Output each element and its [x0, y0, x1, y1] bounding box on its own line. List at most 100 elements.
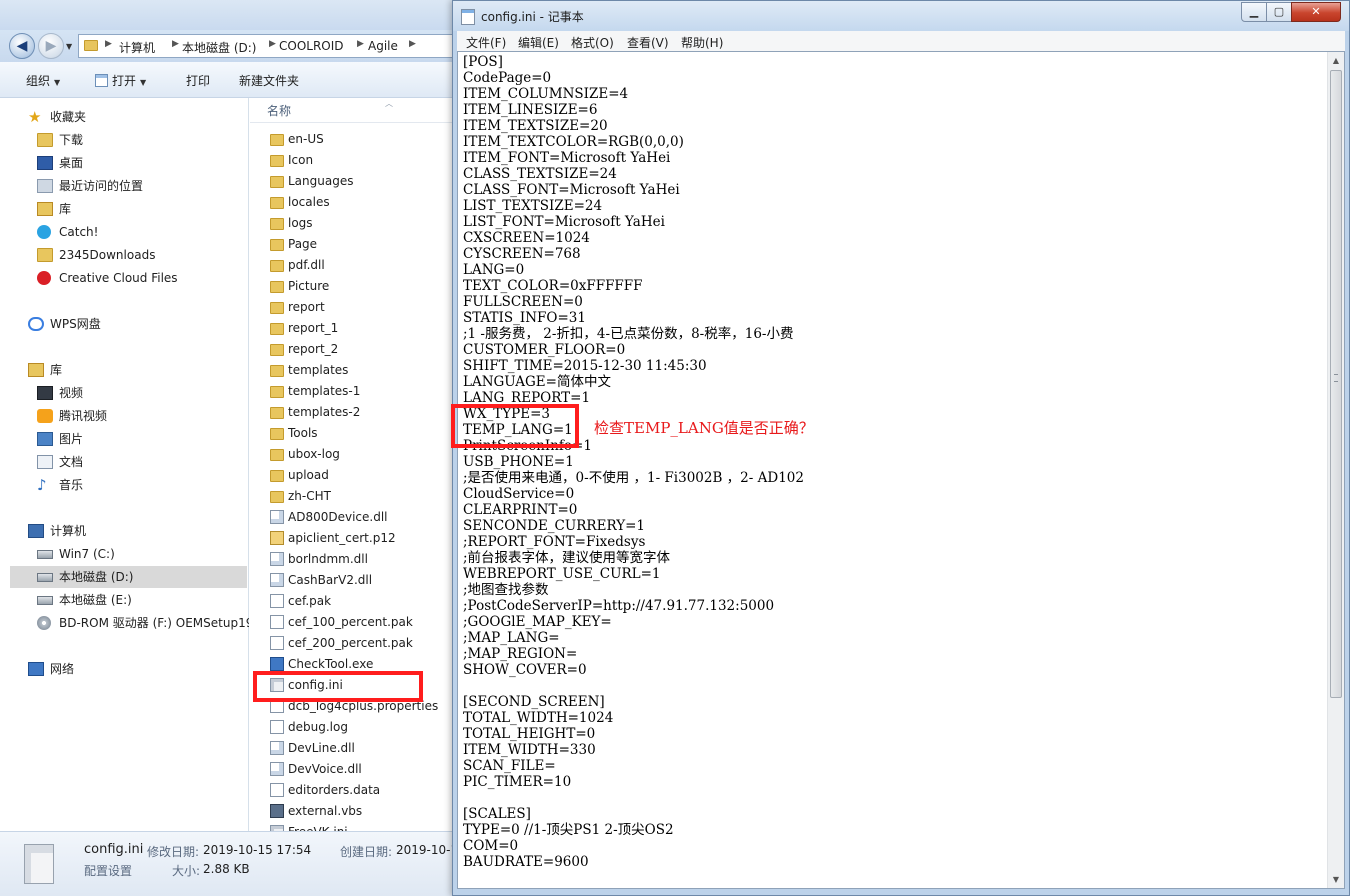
nav-item-2345downloads[interactable]: 2345Downloads [37, 244, 237, 266]
file-row[interactable]: templates [250, 360, 460, 381]
scroll-thumb[interactable] [1330, 70, 1342, 698]
scroll-grip-icon [1334, 374, 1338, 382]
nav-libraries[interactable]: 库 [28, 359, 228, 381]
text-editor[interactable]: [POS] CodePage=0 ITEM_COLUMNSIZE=4 ITEM_LIN… [457, 51, 1345, 889]
new-folder-label: 新建文件夹 [239, 74, 300, 88]
file-row[interactable]: cef_200_percent.pak [250, 633, 460, 654]
nav-item-drive-e[interactable]: 本地磁盘 (E:) [37, 589, 237, 611]
notepad-titlebar[interactable]: config.ini - 记事本 ▁ ▢ ✕ [453, 1, 1349, 31]
file-name: templates [288, 363, 349, 377]
scroll-down-arrow-icon[interactable]: ▼ [1328, 871, 1344, 888]
file-row[interactable]: cef.pak [250, 591, 460, 612]
file-row[interactable]: apiclient_cert.p12 [250, 528, 460, 549]
file-row[interactable]: Page [250, 234, 460, 255]
menu-view[interactable]: 查看(V) [627, 34, 669, 51]
menu-help[interactable]: 帮助(H) [681, 34, 723, 51]
downloads-folder-icon [37, 133, 53, 147]
new-folder-button[interactable]: 新建文件夹 [239, 72, 299, 89]
file-row[interactable]: CashBarV2.dll [250, 570, 460, 591]
file-row[interactable]: Languages [250, 171, 460, 192]
catch-icon [37, 225, 51, 239]
close-button[interactable]: ✕ [1291, 2, 1341, 22]
file-row[interactable]: pdf.dll [250, 255, 460, 276]
nav-computer[interactable]: 计算机 [28, 520, 228, 542]
nav-item-library[interactable]: 库 [37, 198, 237, 220]
file-row[interactable]: debug.log [250, 717, 460, 738]
maximize-button[interactable]: ▢ [1266, 2, 1292, 22]
address-bar[interactable]: ▶ 计算机 ▶ 本地磁盘 (D:) ▶ COOLROID ▶ Agile ▶ [78, 34, 460, 58]
file-name: report_1 [288, 321, 339, 335]
print-label: 打印 [186, 74, 211, 88]
pictures-icon [37, 432, 53, 446]
file-row[interactable]: DevVoice.dll [250, 759, 460, 780]
file-row[interactable]: report_1 [250, 318, 460, 339]
text-line: LANGUAGE=简体中文 [463, 374, 611, 390]
file-name: external.vbs [288, 804, 363, 818]
organize-button[interactable]: 组织 ▼ [26, 72, 60, 89]
file-row[interactable]: logs [250, 213, 460, 234]
file-row[interactable]: Picture [250, 276, 460, 297]
editor-content[interactable]: [POS] CodePage=0 ITEM_COLUMNSIZE=4 ITEM_LIN… [463, 54, 1323, 870]
breadcrumb-computer[interactable]: 计算机 [119, 39, 155, 56]
nav-favorites[interactable]: ★ 收藏夹 [28, 106, 228, 128]
nav-item-documents[interactable]: 文档 [37, 451, 237, 473]
breadcrumb-coolroid[interactable]: COOLROID [279, 39, 344, 53]
nav-item-drive-c[interactable]: Win7 (C:) [37, 543, 237, 565]
file-row[interactable]: report_2 [250, 339, 460, 360]
file-row[interactable]: zh-CHT [250, 486, 460, 507]
nav-item-pictures[interactable]: 图片 [37, 428, 237, 450]
file-row[interactable]: templates-1 [250, 381, 460, 402]
menu-edit[interactable]: 编辑(E) [518, 34, 559, 51]
nav-item-catch[interactable]: Catch! [37, 221, 237, 243]
text-line: ;MAP_REGION= [463, 646, 578, 662]
breadcrumb-agile[interactable]: Agile [368, 39, 398, 53]
scroll-up-arrow-icon[interactable]: ▲ [1328, 52, 1344, 69]
file-row[interactable]: templates-2 [250, 402, 460, 423]
forward-button[interactable]: ▶ [38, 33, 64, 59]
file-row[interactable]: en-US [250, 129, 460, 150]
script-file-icon [270, 804, 284, 818]
file-row[interactable]: FreeVK.ini [250, 822, 460, 831]
minimize-button[interactable]: ▁ [1241, 2, 1267, 22]
back-button[interactable]: ◀ [9, 33, 35, 59]
vertical-scrollbar[interactable]: ▲ ▼ [1327, 52, 1344, 888]
file-row[interactable]: report [250, 297, 460, 318]
file-row[interactable]: Tools [250, 423, 460, 444]
print-button[interactable]: 打印 [186, 72, 210, 89]
nav-label: 音乐 [59, 478, 84, 492]
file-row[interactable]: cef_100_percent.pak [250, 612, 460, 633]
file-row[interactable]: DevLine.dll [250, 738, 460, 759]
nav-item-desktop[interactable]: 桌面 [37, 152, 237, 174]
text-line: [POS] [463, 54, 503, 70]
menu-format[interactable]: 格式(O) [571, 34, 614, 51]
nav-item-tencent-video[interactable]: 腾讯视频 [37, 405, 237, 427]
nav-item-videos[interactable]: 视频 [37, 382, 237, 404]
file-row[interactable]: external.vbs [250, 801, 460, 822]
breadcrumb-drive-d[interactable]: 本地磁盘 (D:) [182, 39, 256, 56]
nav-label: 最近访问的位置 [59, 179, 144, 193]
file-row[interactable]: locales [250, 192, 460, 213]
chevron-down-icon[interactable]: ▼ [66, 42, 72, 51]
file-row[interactable]: Icon [250, 150, 460, 171]
column-header-name[interactable]: 名称 [267, 102, 291, 119]
nav-item-creative-cloud[interactable]: Creative Cloud Files [37, 267, 237, 289]
folder-icon [270, 449, 284, 461]
menu-file[interactable]: 文件(F) [466, 34, 506, 51]
file-row[interactable]: borlndmm.dll [250, 549, 460, 570]
file-row[interactable]: ubox-log [250, 444, 460, 465]
file-row[interactable]: upload [250, 465, 460, 486]
nav-item-drive-d[interactable]: 本地磁盘 (D:) [10, 566, 247, 588]
nav-wps-drive[interactable]: WPS网盘 [28, 313, 228, 335]
nav-network[interactable]: 网络 [28, 658, 228, 680]
open-button[interactable]: 打开 ▼ [95, 72, 146, 89]
folder-icon [270, 176, 284, 188]
nav-item-drive-f[interactable]: BD-ROM 驱动器 (F:) OEMSetup19 [37, 612, 249, 634]
nav-label: WPS网盘 [50, 317, 101, 331]
nav-item-music[interactable]: ♪ 音乐 [37, 474, 237, 496]
file-row[interactable]: editorders.data [250, 780, 460, 801]
file-row[interactable]: AD800Device.dll [250, 507, 460, 528]
nav-item-downloads[interactable]: 下载 [37, 129, 237, 151]
nav-item-recent-places[interactable]: 最近访问的位置 [37, 175, 237, 197]
nav-label: 网络 [50, 662, 75, 676]
details-pane: config.ini 修改日期: 2019-10-15 17:54 创建日期: … [0, 831, 460, 896]
